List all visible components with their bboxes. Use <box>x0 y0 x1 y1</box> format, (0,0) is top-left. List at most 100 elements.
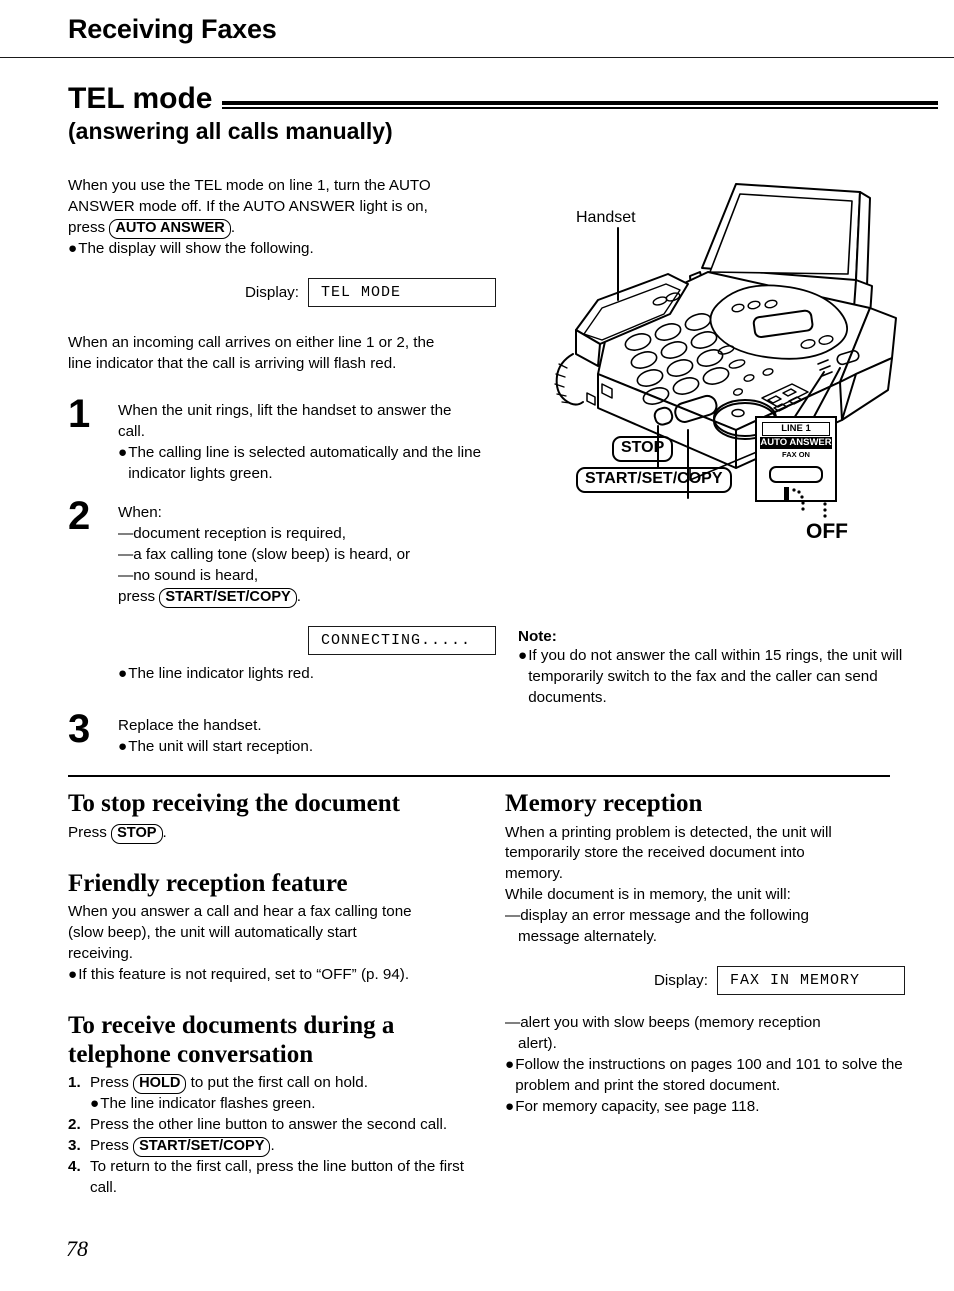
friendly-line-3: receiving. <box>68 945 133 963</box>
list-item-pre: Press <box>90 1137 129 1155</box>
receive-during-call-heading: To receive documents during a telephone … <box>68 1012 468 1069</box>
off-label: OFF <box>806 520 848 543</box>
step-3: 3 Replace the handset. ● The unit will s… <box>68 709 496 758</box>
step-3-body: Replace the handset. ● The unit will sta… <box>118 716 496 758</box>
friendly-line-1: When you answer a call and hear a fax ca… <box>68 903 412 921</box>
receive-heading-line-1: To receive documents during a <box>68 1012 395 1040</box>
memory-dash-1-line-1: —display an error message and the follow… <box>505 907 809 925</box>
intro-press-word: press <box>68 218 106 236</box>
header-divider <box>0 57 954 58</box>
intro-bullet-text: The display will show the following. <box>78 240 314 258</box>
bottom-left-column: To stop receiving the document Press STO… <box>68 790 468 1199</box>
step-3-bullet: ● The unit will start reception. <box>118 737 496 758</box>
step-1-line-1: When the unit rings, lift the handset to… <box>118 402 452 420</box>
friendly-reception-bullet: ● If this feature is not required, set t… <box>68 965 468 986</box>
step-2-lead: When: <box>118 503 162 521</box>
step-3-number: 3 <box>68 707 91 752</box>
lcd-display-fax-in-memory: FAX IN MEMORY <box>717 966 905 996</box>
main-instructions-column: When you use the TEL mode on line 1, tur… <box>68 176 496 758</box>
friendly-bullet-text: If this feature is not required, set to … <box>78 966 410 984</box>
step-2-dash-1: —document reception is required, <box>118 524 346 542</box>
step-1-bullet-text: The calling line is selected automatical… <box>128 444 482 482</box>
intro-line-1: When you use the TEL mode on line 1, tur… <box>68 177 431 194</box>
list-item-bullet-text: The line indicator flashes green. <box>100 1095 316 1113</box>
step-1-body: When the unit rings, lift the handset to… <box>118 401 496 485</box>
step-2: 2 When: —document reception is required,… <box>68 496 496 609</box>
step-1-line-2: call. <box>118 423 146 441</box>
incoming-line-1: When an incoming call arrives on either … <box>68 334 435 352</box>
memory-reception-paragraph: When a printing problem is detected, the… <box>505 823 905 907</box>
start-set-copy-key-label: START/SET/COPY <box>576 467 732 493</box>
display-row-tel-mode: Display: TEL MODE <box>68 278 496 308</box>
memory-dash-2-line-1: —alert you with slow beeps (memory recep… <box>505 1014 821 1032</box>
stop-key-callout[interactable]: STOP <box>612 436 674 462</box>
list-item-bullet: ● The line indicator flashes green. <box>90 1094 468 1115</box>
lcd-display-tel-mode: TEL MODE <box>308 278 496 308</box>
step-2-bullet-text: The line indicator lights red. <box>128 665 314 683</box>
friendly-reception-paragraph: When you answer a call and hear a fax ca… <box>68 902 468 965</box>
receive-heading-line-2: telephone conversation <box>68 1040 314 1068</box>
section-title: TEL mode <box>68 82 213 115</box>
list-item: 3. Press START/SET/COPY. <box>68 1136 468 1158</box>
step-2-number: 2 <box>68 493 91 538</box>
step-2-result-bullet-wrap: ● The line indicator lights red. <box>68 664 496 698</box>
bullet-dot-icon: ● <box>68 240 78 258</box>
line-indicator-panel: LINE 1 AUTO ANSWER FAX ON <box>755 416 837 511</box>
memory-bullet-1-text: Follow the instructions on pages 100 and… <box>515 1055 905 1097</box>
incoming-line-2: line indicator that the call is arriving… <box>68 355 397 373</box>
page-title: Receiving Faxes <box>68 14 277 44</box>
list-item: 2. Press the other line button to answer… <box>68 1115 468 1136</box>
lcd-display-connecting: CONNECTING..... <box>308 626 496 656</box>
start-set-copy-key[interactable]: START/SET/COPY <box>159 587 297 609</box>
list-item-number: 2. <box>68 1116 81 1134</box>
step-3-line-1: Replace the handset. <box>118 717 262 735</box>
stop-key[interactable]: STOP <box>111 823 163 844</box>
incoming-call-paragraph: When an incoming call arrives on either … <box>68 333 496 375</box>
list-item-post: . <box>270 1137 275 1155</box>
display-row-connecting: CONNECTING..... <box>68 626 496 656</box>
list-item-number: 3. <box>68 1137 81 1155</box>
list-item: 4. To return to the first call, press th… <box>68 1157 468 1199</box>
list-item-post: to put the first call on hold. <box>190 1074 368 1092</box>
intro-period: . <box>230 218 236 236</box>
auto-answer-indicator: AUTO ANSWER <box>760 436 832 450</box>
fax-machine-illustration: Handset STOP START/SET/COPY LINE 1 AUTO … <box>540 168 940 558</box>
intro-bullet: ● The display will show the following. <box>68 239 496 260</box>
note-block: Note: ● If you do not answer the call wi… <box>518 628 918 709</box>
display-label: Display: <box>244 284 299 302</box>
start-set-copy-key-callout[interactable]: START/SET/COPY <box>576 467 732 493</box>
memory-dash-1-line-2: message alternately. <box>518 928 658 946</box>
list-item-pre: Press <box>90 1074 129 1092</box>
display-row-fax-in-memory: Display: FAX IN MEMORY <box>505 966 905 996</box>
intro-paragraph: When you use the TEL mode on line 1, tur… <box>68 176 496 240</box>
memory-line-2: temporarily store the received document … <box>505 844 805 862</box>
memory-line-1: When a printing problem is detected, the… <box>505 823 832 841</box>
friendly-reception-heading: Friendly reception feature <box>68 869 348 897</box>
start-set-copy-key[interactable]: START/SET/COPY <box>133 1137 271 1158</box>
list-item-content: Press HOLD to put the first call on hold… <box>90 1073 468 1115</box>
stop-period: . <box>162 823 167 841</box>
auto-answer-key[interactable]: AUTO ANSWER <box>109 218 231 240</box>
list-item-content: Press the other line button to answer th… <box>90 1116 448 1134</box>
memory-bullet-2: ● For memory capacity, see page 118. <box>505 1097 905 1118</box>
hold-key[interactable]: HOLD <box>133 1074 187 1095</box>
note-title: Note: <box>518 628 557 645</box>
section-divider <box>68 775 890 777</box>
auto-answer-button[interactable] <box>769 465 823 483</box>
list-item-number: 4. <box>68 1158 81 1176</box>
memory-dash-item-1: —display an error message and the follow… <box>505 906 905 948</box>
bullet-dot-icon: ● <box>90 1095 100 1113</box>
memory-line-3: memory. <box>505 865 563 883</box>
section-heading-block: TEL mode (answering all calls manually) <box>68 84 938 145</box>
section-title-rule <box>222 101 938 109</box>
step-2-press-word: press <box>118 587 156 605</box>
step-2-body: When: —document reception is required, —… <box>118 503 496 609</box>
bullet-dot-icon: ● <box>118 444 128 461</box>
manual-page: Receiving Faxes TEL mode (answering all … <box>0 0 954 1291</box>
fax-machine-line-art: Handset <box>554 183 897 499</box>
line-1-label: LINE 1 <box>762 422 830 436</box>
step-1-bullet: ● The calling line is selected automatic… <box>118 443 496 485</box>
list-item-content: Press START/SET/COPY. <box>90 1136 468 1158</box>
stop-key-label: STOP <box>612 436 674 462</box>
intro-line-2: ANSWER mode off. If the AUTO ANSWER ligh… <box>68 197 428 215</box>
